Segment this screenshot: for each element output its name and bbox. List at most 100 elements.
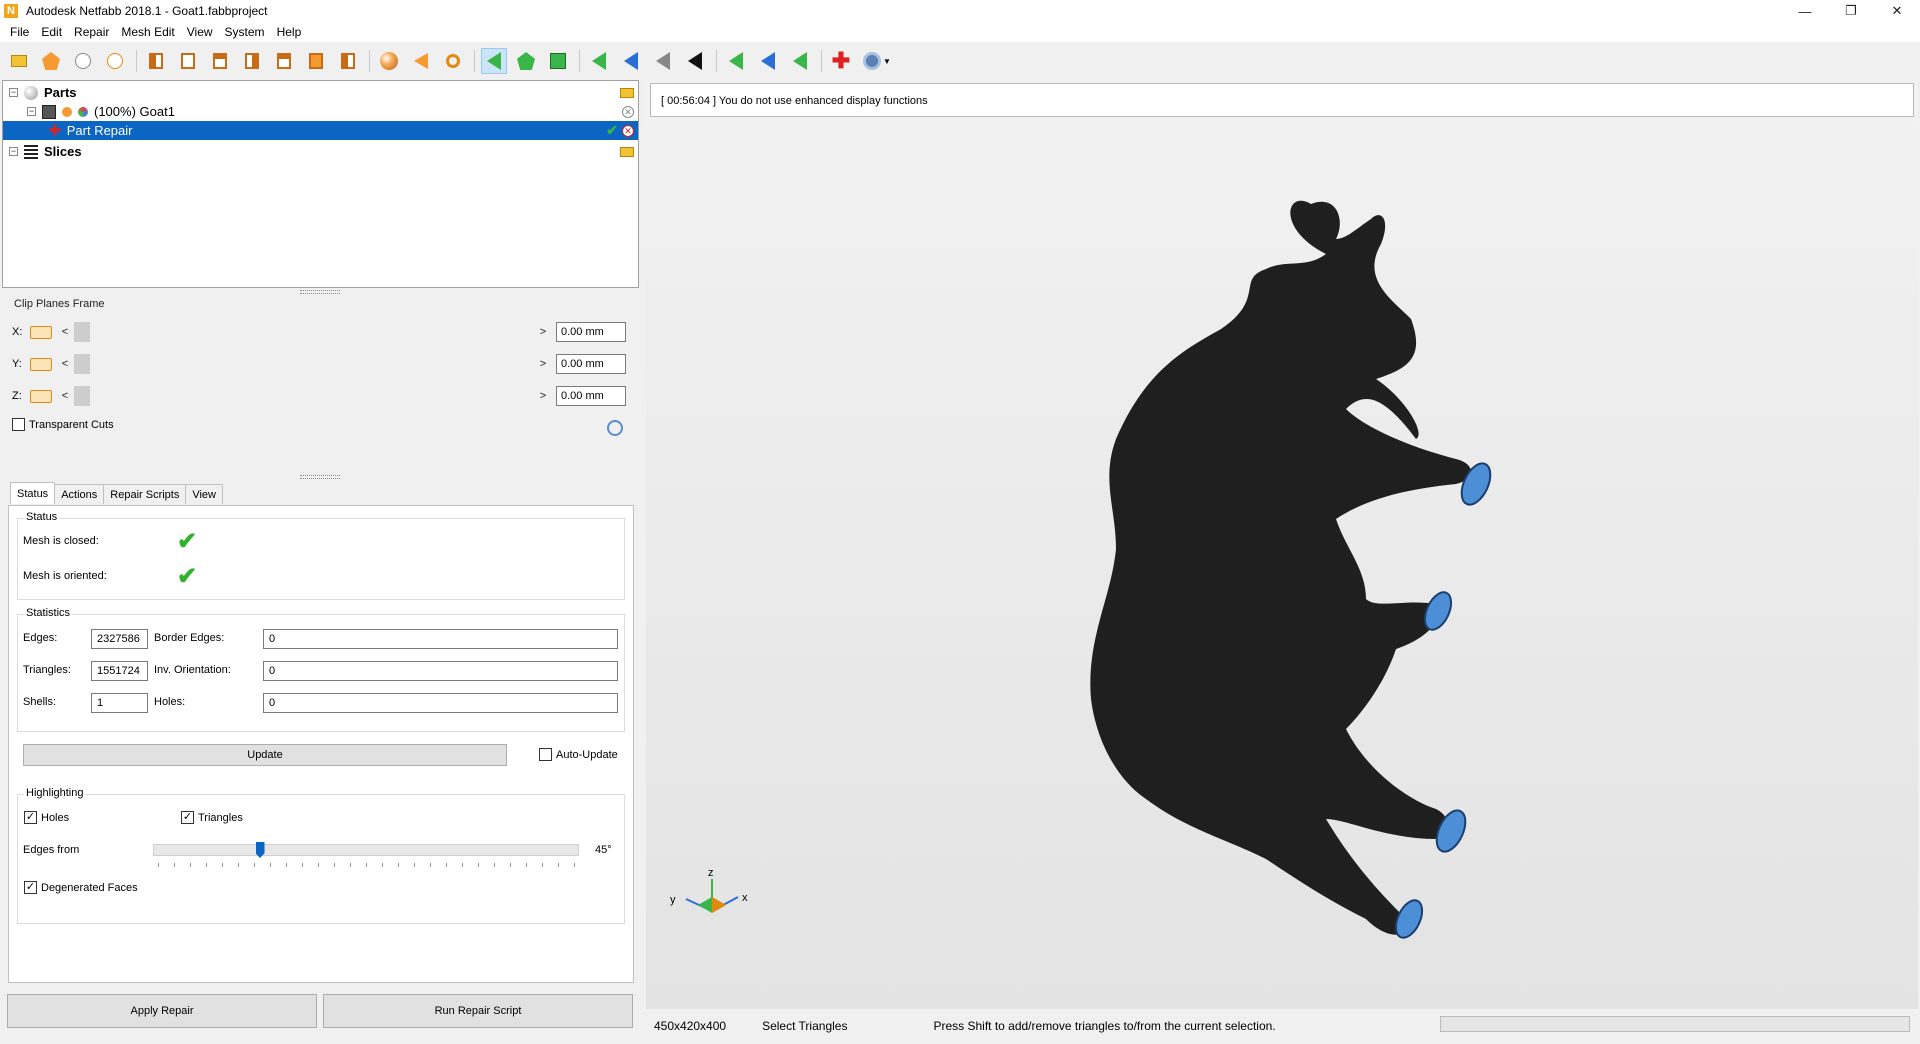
- clip-axis-label: X:: [12, 326, 23, 338]
- open-project-icon[interactable]: [6, 48, 32, 74]
- clip-slider-x[interactable]: [74, 322, 534, 342]
- triangles-checkbox[interactable]: ✓: [181, 811, 194, 824]
- tab-repair-scripts[interactable]: Repair Scripts: [103, 484, 187, 504]
- view-iso-icon[interactable]: [335, 48, 361, 74]
- model-canvas[interactable]: z x y: [646, 79, 1918, 1009]
- clip-toggle-x[interactable]: [30, 325, 52, 339]
- triangles-field[interactable]: 1551724: [91, 661, 148, 681]
- menu-view[interactable]: View: [181, 25, 219, 39]
- clip-toggle-y[interactable]: [30, 357, 52, 371]
- slider-thumb[interactable]: [74, 322, 90, 342]
- zoom-icon[interactable]: [440, 48, 466, 74]
- tree-row-part-repair[interactable]: ✚ Part Repair ✔ ✕: [3, 121, 638, 140]
- tab-view[interactable]: View: [185, 484, 223, 504]
- transparent-cuts-option[interactable]: Transparent Cuts: [12, 418, 114, 431]
- triangles-highlight-option[interactable]: ✓ Triangles: [181, 811, 243, 824]
- auto-update-option[interactable]: Auto-Update: [539, 748, 618, 761]
- triangle-add-icon[interactable]: [586, 48, 612, 74]
- slices-folder-icon[interactable]: [620, 146, 634, 157]
- color-icon[interactable]: [78, 106, 88, 117]
- slider-thumb[interactable]: [74, 386, 90, 406]
- degenerated-faces-checkbox[interactable]: ✓: [24, 881, 37, 894]
- menu-file[interactable]: File: [4, 25, 35, 39]
- settings-menu-icon[interactable]: ▼: [860, 48, 894, 74]
- restore-button[interactable]: ❐: [1828, 0, 1874, 22]
- view-right-icon[interactable]: [239, 48, 265, 74]
- holes-highlight-option[interactable]: ✓ Holes: [24, 811, 69, 824]
- clip-left-arrow[interactable]: <: [60, 358, 70, 370]
- edges-field[interactable]: 2327586: [91, 629, 148, 649]
- view-left-icon[interactable]: [207, 48, 233, 74]
- edges-from-slider[interactable]: [153, 844, 579, 856]
- clip-right-arrow[interactable]: >: [538, 390, 548, 402]
- close-button[interactable]: ✕: [1874, 0, 1920, 22]
- shells-field[interactable]: 1: [91, 693, 148, 713]
- tree-expander[interactable]: −: [27, 107, 36, 116]
- nav-back-green-icon[interactable]: [723, 48, 749, 74]
- parts-folder-icon[interactable]: [620, 87, 634, 98]
- tree-row-parts[interactable]: − Parts: [3, 83, 638, 102]
- holes-field[interactable]: 0: [263, 693, 618, 713]
- menu-help[interactable]: Help: [271, 25, 308, 39]
- menu-repair[interactable]: Repair: [68, 25, 115, 39]
- border-edges-field[interactable]: 0: [263, 629, 618, 649]
- select-surface-icon[interactable]: [545, 48, 571, 74]
- run-repair-script-button[interactable]: Run Repair Script: [323, 994, 633, 1028]
- add-part-icon[interactable]: [38, 48, 64, 74]
- apply-repair-button[interactable]: Apply Repair: [7, 994, 317, 1028]
- visibility-icon[interactable]: [62, 106, 72, 117]
- triangle-move-icon[interactable]: [618, 48, 644, 74]
- holes-checkbox[interactable]: ✓: [24, 811, 37, 824]
- view-bottom-icon[interactable]: [303, 48, 329, 74]
- clip-right-arrow[interactable]: >: [538, 326, 548, 338]
- clip-slider-y[interactable]: [74, 354, 534, 374]
- degenerated-faces-option[interactable]: ✓ Degenerated Faces: [24, 881, 138, 894]
- tab-status[interactable]: Status: [10, 482, 56, 504]
- tab-actions[interactable]: Actions: [54, 484, 105, 504]
- update-button[interactable]: Update: [23, 744, 507, 766]
- view-top-icon[interactable]: [271, 48, 297, 74]
- clip-row-y: Y: < > 0.00 mm: [12, 353, 632, 375]
- transparent-cuts-checkbox[interactable]: [12, 418, 25, 431]
- 3d-viewport[interactable]: [ 00:56:04 ] You do not use enhanced dis…: [646, 79, 1918, 1009]
- clip-value-z[interactable]: 0.00 mm: [556, 386, 626, 406]
- tab-strip: Status Actions Repair Scripts View: [10, 482, 223, 504]
- select-shell-icon[interactable]: [513, 48, 539, 74]
- clip-value-x[interactable]: 0.00 mm: [556, 322, 626, 342]
- nav-back-blue-icon[interactable]: [755, 48, 781, 74]
- reset-clip-icon[interactable]: [607, 420, 623, 436]
- shaded-sphere-icon[interactable]: [376, 48, 402, 74]
- clip-left-arrow[interactable]: <: [60, 326, 70, 338]
- cancel-repair-icon[interactable]: ✕: [622, 124, 634, 137]
- select-triangle-icon[interactable]: [481, 48, 507, 74]
- slider-thumb[interactable]: [74, 354, 90, 374]
- apply-check-icon[interactable]: ✔: [606, 122, 618, 139]
- tree-expander[interactable]: −: [9, 88, 18, 97]
- tree-expander[interactable]: −: [9, 147, 18, 156]
- clip-right-arrow[interactable]: >: [538, 358, 548, 370]
- view-front-icon[interactable]: [143, 48, 169, 74]
- menu-system[interactable]: System: [219, 25, 271, 39]
- nav-back-green2-icon[interactable]: [787, 48, 813, 74]
- goat-model[interactable]: [1090, 200, 1496, 942]
- menu-edit[interactable]: Edit: [35, 25, 68, 39]
- tree-row-goat1[interactable]: − (100%) Goat1 ✕: [3, 102, 638, 121]
- remove-part-icon[interactable]: ✕: [622, 105, 634, 118]
- add-clip-icon[interactable]: [102, 48, 128, 74]
- auto-update-checkbox[interactable]: [539, 748, 552, 761]
- view-back-icon[interactable]: [175, 48, 201, 74]
- clip-value-y[interactable]: 0.00 mm: [556, 354, 626, 374]
- clip-left-arrow[interactable]: <: [60, 390, 70, 402]
- clip-slider-z[interactable]: [74, 386, 534, 406]
- clip-toggle-z[interactable]: [30, 389, 52, 403]
- undo-orange-icon[interactable]: [408, 48, 434, 74]
- panel-splitter[interactable]: [300, 475, 340, 479]
- repair-plus-icon[interactable]: ✚: [828, 48, 854, 74]
- menu-mesh-edit[interactable]: Mesh Edit: [115, 25, 180, 39]
- triangle-black-icon[interactable]: [682, 48, 708, 74]
- add-measure-icon[interactable]: [70, 48, 96, 74]
- tree-row-slices[interactable]: − Slices: [3, 142, 638, 161]
- inv-orientation-field[interactable]: 0: [263, 661, 618, 681]
- triangle-cut-icon[interactable]: [650, 48, 676, 74]
- minimize-button[interactable]: —: [1782, 0, 1828, 22]
